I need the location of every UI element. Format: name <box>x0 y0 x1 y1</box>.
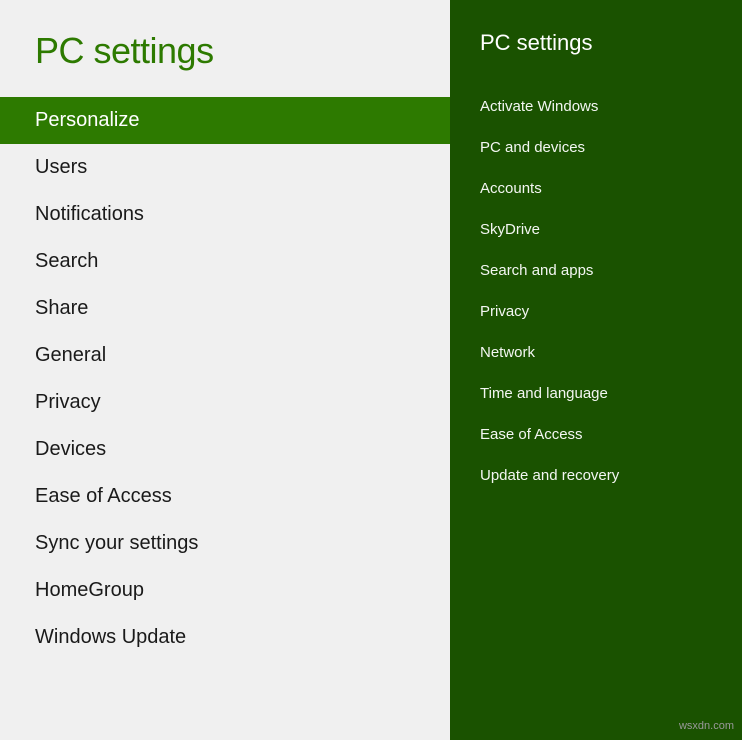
right-nav-list: Activate WindowsPC and devicesAccountsSk… <box>450 86 742 496</box>
right-nav-item-privacy[interactable]: Privacy <box>450 291 742 332</box>
right-nav-link-9[interactable]: Update and recovery <box>450 455 742 496</box>
left-nav-item-windows-update[interactable]: Windows Update <box>0 614 450 661</box>
left-nav-link-3[interactable]: Search <box>0 238 450 285</box>
right-nav-item-ease-of-access[interactable]: Ease of Access <box>450 414 742 455</box>
left-nav-item-sync-your-settings[interactable]: Sync your settings <box>0 520 450 567</box>
right-nav-item-network[interactable]: Network <box>450 332 742 373</box>
left-nav-link-6[interactable]: Privacy <box>0 379 450 426</box>
left-nav-item-search[interactable]: Search <box>0 238 450 285</box>
right-nav-link-7[interactable]: Time and language <box>450 373 742 414</box>
app-title: PC settings <box>0 0 450 97</box>
left-nav-link-9[interactable]: Sync your settings <box>0 520 450 567</box>
left-nav-item-privacy[interactable]: Privacy <box>0 379 450 426</box>
right-nav-link-0[interactable]: Activate Windows <box>450 86 742 127</box>
right-panel: PC settings Activate WindowsPC and devic… <box>450 0 742 740</box>
left-nav-link-1[interactable]: Users <box>0 144 450 191</box>
left-nav-item-general[interactable]: General <box>0 332 450 379</box>
left-nav-list: PersonalizeUsersNotificationsSearchShare… <box>0 97 450 740</box>
left-nav-link-5[interactable]: General <box>0 332 450 379</box>
right-nav-link-2[interactable]: Accounts <box>450 168 742 209</box>
right-nav-link-6[interactable]: Network <box>450 332 742 373</box>
watermark: wsxdn.com <box>679 720 734 732</box>
left-nav-link-11[interactable]: Windows Update <box>0 614 450 661</box>
left-nav-item-ease-of-access[interactable]: Ease of Access <box>0 473 450 520</box>
left-nav-link-8[interactable]: Ease of Access <box>0 473 450 520</box>
left-nav-item-users[interactable]: Users <box>0 144 450 191</box>
left-panel: PC settings PersonalizeUsersNotification… <box>0 0 450 740</box>
right-nav-item-activate-windows[interactable]: Activate Windows <box>450 86 742 127</box>
left-nav-item-homegroup[interactable]: HomeGroup <box>0 567 450 614</box>
left-nav-item-notifications[interactable]: Notifications <box>0 191 450 238</box>
right-nav-item-accounts[interactable]: Accounts <box>450 168 742 209</box>
right-nav-link-5[interactable]: Privacy <box>450 291 742 332</box>
right-nav-link-3[interactable]: SkyDrive <box>450 209 742 250</box>
left-nav-link-4[interactable]: Share <box>0 285 450 332</box>
right-nav-link-1[interactable]: PC and devices <box>450 127 742 168</box>
right-nav-item-time-and-language[interactable]: Time and language <box>450 373 742 414</box>
left-nav-link-0[interactable]: Personalize <box>0 97 450 144</box>
left-nav-link-7[interactable]: Devices <box>0 426 450 473</box>
right-panel-title: PC settings <box>450 30 742 86</box>
right-nav-link-4[interactable]: Search and apps <box>450 250 742 291</box>
right-nav-item-update-and-recovery[interactable]: Update and recovery <box>450 455 742 496</box>
left-nav-item-share[interactable]: Share <box>0 285 450 332</box>
left-nav-link-2[interactable]: Notifications <box>0 191 450 238</box>
right-nav-link-8[interactable]: Ease of Access <box>450 414 742 455</box>
right-nav-item-skydrive[interactable]: SkyDrive <box>450 209 742 250</box>
left-nav-item-devices[interactable]: Devices <box>0 426 450 473</box>
left-nav-item-personalize[interactable]: Personalize <box>0 97 450 144</box>
right-nav-item-search-and-apps[interactable]: Search and apps <box>450 250 742 291</box>
left-nav-link-10[interactable]: HomeGroup <box>0 567 450 614</box>
right-nav-item-pc-and-devices[interactable]: PC and devices <box>450 127 742 168</box>
